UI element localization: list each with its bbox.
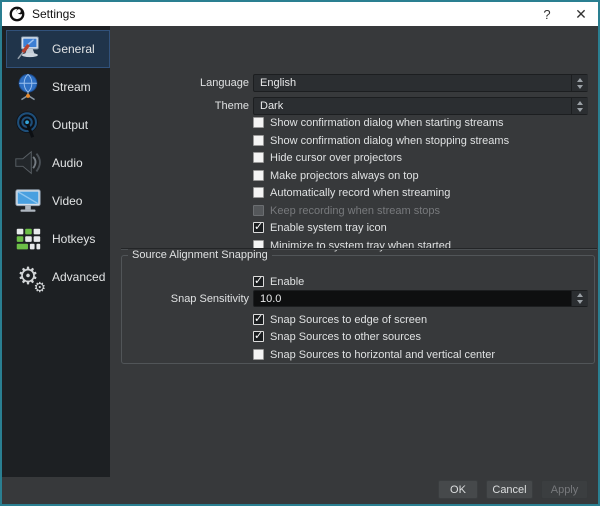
checkbox-indicator[interactable]	[253, 222, 264, 233]
snap-sensitivity-input[interactable]	[253, 290, 588, 307]
checkbox-keep-recording-stream-stops: Keep recording when stream stops	[253, 204, 440, 217]
checkbox-snapping-enable[interactable]: Enable	[253, 275, 304, 288]
sidebar-item-audio[interactable]: Audio	[6, 144, 110, 182]
chevron-up-icon	[577, 78, 583, 82]
checkbox-label: Snap Sources to horizontal and vertical …	[270, 349, 495, 361]
checkbox-indicator[interactable]	[253, 170, 264, 181]
language-select-spinner[interactable]	[571, 75, 588, 91]
chevron-up-icon	[577, 293, 583, 297]
checkbox-indicator[interactable]	[253, 152, 264, 163]
speaker-icon	[13, 148, 43, 178]
language-select[interactable]: English	[253, 74, 588, 92]
checkbox-snap-horizontal-vertical-center[interactable]: Snap Sources to horizontal and vertical …	[253, 348, 495, 361]
sidebar-item-output[interactable]: Output	[6, 106, 110, 144]
checkbox-snap-other-sources[interactable]: Snap Sources to other sources	[253, 330, 421, 343]
checkbox-indicator[interactable]	[253, 276, 264, 287]
sidebar-item-label: Hotkeys	[52, 232, 95, 246]
checkbox-label: Snap Sources to other sources	[270, 331, 421, 343]
sidebar-item-label: Advanced	[52, 270, 105, 284]
close-button[interactable]: ✕	[564, 2, 598, 26]
theme-label: Theme	[120, 97, 249, 115]
obs-logo-icon	[9, 6, 25, 22]
checkbox-indicator[interactable]	[253, 314, 264, 325]
monitor-wrench-icon	[13, 34, 43, 64]
sidebar-item-video[interactable]: Video	[6, 182, 110, 220]
sidebar-item-label: Stream	[52, 80, 91, 94]
window-title: Settings	[32, 7, 75, 21]
chevron-down-icon	[577, 108, 583, 112]
chevron-up-icon	[577, 101, 583, 105]
content-area: General Stream	[2, 26, 598, 504]
checkbox-projectors-on-top[interactable]: Make projectors always on top	[253, 169, 419, 182]
settings-category-list: General Stream	[2, 26, 110, 477]
checkbox-label: Enable system tray icon	[270, 222, 387, 234]
sidebar-item-advanced[interactable]: ⚙ ⚙ Advanced	[6, 258, 110, 296]
checkbox-indicator[interactable]	[253, 187, 264, 198]
checkbox-indicator	[253, 205, 264, 216]
checkbox-confirm-stop-stream[interactable]: Show confirmation dialog when stopping s…	[253, 134, 509, 147]
theme-select[interactable]: Dark	[253, 97, 588, 115]
checkbox-enable-system-tray[interactable]: Enable system tray icon	[253, 221, 387, 234]
checkbox-indicator[interactable]	[253, 331, 264, 342]
cancel-button[interactable]: Cancel	[486, 480, 533, 499]
settings-window: Settings ? ✕	[0, 0, 600, 506]
checkbox-snap-edge-of-screen[interactable]: Snap Sources to edge of screen	[253, 313, 427, 326]
snap-sensitivity-spinner[interactable]	[571, 291, 588, 306]
checkbox-confirm-start-stream[interactable]: Show confirmation dialog when starting s…	[253, 116, 504, 129]
checkbox-hide-cursor-projectors[interactable]: Hide cursor over projectors	[253, 151, 402, 164]
checkbox-minimize-to-tray[interactable]: Minimize to system tray when started	[253, 239, 451, 252]
titlebar: Settings ? ✕	[2, 2, 598, 26]
sidebar-item-stream[interactable]: Stream	[6, 68, 110, 106]
chevron-down-icon	[577, 85, 583, 89]
checkbox-indicator[interactable]	[253, 117, 264, 128]
checkbox-label: Hide cursor over projectors	[270, 152, 402, 164]
checkbox-label: Show confirmation dialog when starting s…	[270, 117, 504, 129]
apply-button[interactable]: Apply	[541, 480, 588, 499]
sidebar-item-hotkeys[interactable]: Hotkeys	[6, 220, 110, 258]
sidebar-item-general[interactable]: General	[6, 30, 110, 68]
chevron-down-icon	[577, 300, 583, 304]
sidebar-item-label: Video	[52, 194, 82, 208]
sidebar-item-label: General	[52, 42, 95, 56]
group-title: Source Alignment Snapping	[128, 249, 272, 261]
gears-icon: ⚙ ⚙	[13, 262, 43, 292]
theme-select-spinner[interactable]	[571, 98, 588, 114]
sidebar-item-label: Audio	[52, 156, 83, 170]
checkbox-label: Automatically record when streaming	[270, 187, 450, 199]
checkbox-label: Snap Sources to edge of screen	[270, 314, 427, 326]
sidebar-item-label: Output	[52, 118, 88, 132]
checkbox-indicator[interactable]	[253, 135, 264, 146]
ok-button[interactable]: OK	[438, 480, 478, 499]
broadcast-icon	[13, 110, 43, 140]
checkbox-label: Keep recording when stream stops	[270, 205, 440, 217]
help-button[interactable]: ?	[530, 2, 564, 26]
snap-sensitivity-value[interactable]	[260, 292, 567, 307]
snap-sensitivity-label: Snap Sensitivity	[120, 290, 249, 308]
keyboard-icon	[13, 224, 43, 254]
checkbox-label: Show confirmation dialog when stopping s…	[270, 135, 509, 147]
checkbox-auto-record-when-streaming[interactable]: Automatically record when streaming	[253, 186, 450, 199]
monitor-icon	[13, 186, 43, 216]
checkbox-label: Enable	[270, 276, 304, 288]
language-label: Language	[120, 74, 249, 92]
globe-antenna-icon	[13, 72, 43, 102]
checkbox-label: Make projectors always on top	[270, 170, 419, 182]
checkbox-indicator[interactable]	[253, 349, 264, 360]
